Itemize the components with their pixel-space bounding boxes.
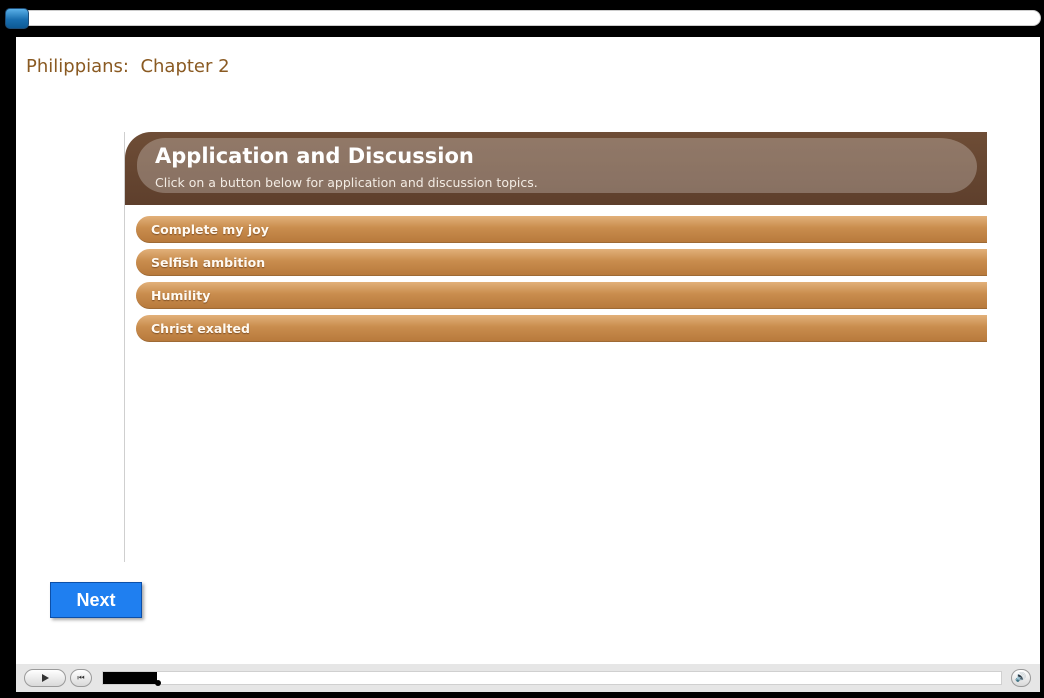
scrub-progress-fill: [103, 672, 161, 686]
rewind-icon[interactable]: ⏮: [70, 669, 92, 687]
discussion-panel: Application and Discussion Click on a bu…: [124, 132, 1004, 562]
volume-icon[interactable]: 🔊: [1011, 669, 1031, 687]
slide-stage: Philippians: Chapter 2 Application and D…: [16, 37, 1040, 664]
topic-button-complete-my-joy[interactable]: Complete my joy: [136, 216, 987, 243]
player-control-bar: ⏮ 🔊: [16, 664, 1040, 692]
page-title: Philippians: Chapter 2: [26, 56, 230, 77]
topic-button-label: Selfish ambition: [151, 255, 266, 270]
topic-button-label: Humility: [151, 288, 211, 303]
topic-button-label: Christ exalted: [151, 321, 250, 336]
panel-subtitle: Click on a button below for application …: [155, 175, 538, 190]
topic-button-selfish-ambition[interactable]: Selfish ambition: [136, 249, 987, 276]
top-progress-thumb[interactable]: [5, 8, 29, 29]
topic-button-label: Complete my joy: [151, 222, 269, 237]
next-button[interactable]: Next: [50, 582, 142, 618]
scrub-bar[interactable]: [102, 671, 1002, 686]
panel-title: Application and Discussion: [155, 144, 474, 168]
topic-button-humility[interactable]: Humility: [136, 282, 987, 309]
topic-button-christ-exalted[interactable]: Christ exalted: [136, 315, 987, 342]
play-button[interactable]: [24, 669, 66, 687]
panel-header: Application and Discussion Click on a bu…: [125, 132, 987, 205]
top-progress-track[interactable]: [8, 10, 1041, 26]
